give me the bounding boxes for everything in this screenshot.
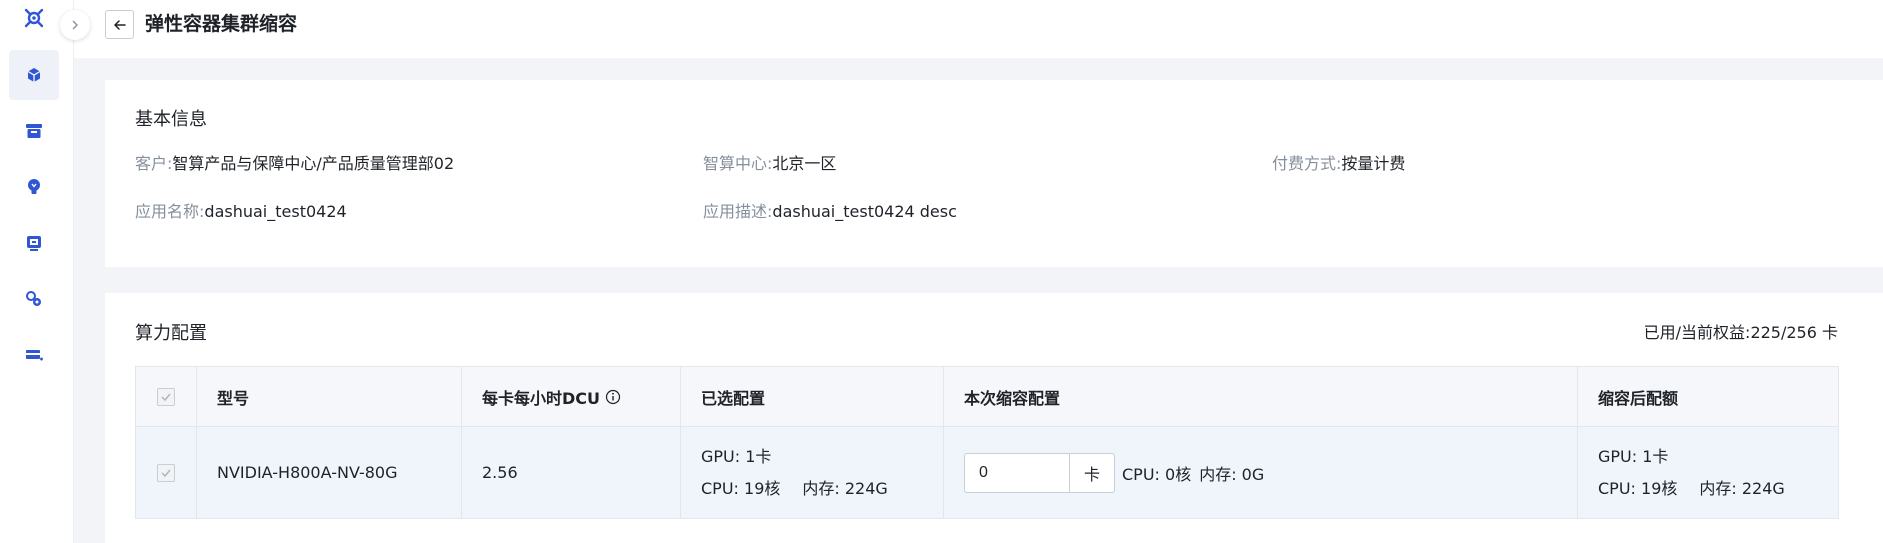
app-desc-field: 应用描述:dashuai_test0424 desc — [703, 201, 957, 223]
table-row: NVIDIA-H800A-NV-80G 2.56 GPU: 1卡 CPU: 19… — [136, 427, 1838, 518]
sidebar-toggle-button[interactable] — [60, 10, 90, 40]
header-scale: 本次缩容配置 — [944, 367, 1578, 426]
logo-icon[interactable] — [22, 6, 46, 30]
header-dcu: 每卡每小时DCU — [462, 367, 681, 426]
after-gpu: GPU: 1卡 — [1598, 446, 1669, 466]
header-dcu-label: 每卡每小时DCU — [482, 388, 601, 408]
selected-config-cell: GPU: 1卡 CPU: 19核 内存: 224G — [681, 427, 944, 518]
header-select-all-cell — [136, 367, 197, 426]
page-header: 弹性容器集群缩容 — [74, 0, 1883, 58]
billing-value: 按量计费 — [1341, 154, 1406, 173]
sidebar-item-cube[interactable] — [9, 50, 59, 100]
sidebar-item-cluster[interactable] — [9, 274, 59, 324]
header-after: 缩容后配额 — [1598, 388, 1679, 408]
center-value: 北京一区 — [772, 154, 837, 173]
cube-icon — [27, 68, 41, 82]
table-header: 型号 每卡每小时DCU 已选配置 本次缩容配置 缩容后配额 — [136, 367, 1838, 427]
check-icon — [161, 469, 171, 477]
selected-gpu: GPU: 1卡 — [701, 446, 772, 466]
scale-quantity-input-group: 卡 — [964, 452, 1115, 493]
billing-field: 付费方式:按量计费 — [1272, 153, 1405, 175]
app-name-field: 应用名称:dashuai_test0424 — [135, 201, 347, 223]
scale-quantity-input[interactable] — [965, 453, 1069, 492]
arrow-left-icon — [113, 19, 126, 30]
app-desc-value: dashuai_test0424 desc — [772, 202, 957, 221]
app-name-value: dashuai_test0424 — [204, 202, 347, 221]
quota-text: 已用/当前权益:225/256 卡 — [1643, 323, 1838, 342]
gear-cluster-icon — [26, 291, 41, 306]
sidebar-item-monitor[interactable] — [9, 218, 59, 268]
compute-table: 型号 每卡每小时DCU 已选配置 本次缩容配置 缩容后配额 NVIDIA-H80… — [135, 366, 1839, 519]
basic-info-title: 基本信息 — [135, 109, 207, 130]
row-checkbox[interactable] — [157, 463, 175, 482]
info-icon[interactable] — [605, 389, 621, 405]
sidebar-item-insight[interactable] — [9, 162, 59, 212]
select-all-checkbox[interactable] — [157, 387, 175, 406]
center-field: 智算中心:北京一区 — [703, 153, 836, 175]
compute-config-title: 算力配置 — [135, 323, 207, 344]
sidebar-item-archive[interactable] — [9, 106, 59, 156]
scale-unit: 卡 — [1069, 453, 1114, 492]
customer-value: 智算产品与保障中心/产品质量管理部02 — [172, 154, 455, 173]
app-name-label: 应用名称: — [135, 202, 205, 221]
sidebar-item-billing[interactable] — [9, 330, 59, 380]
check-icon — [161, 393, 171, 401]
billing-label: 付费方式: — [1272, 154, 1342, 173]
scale-mem: 内存: 0G — [1199, 464, 1265, 484]
compute-config-card: 算力配置 已用/当前权益:225/256 卡 型号 每卡每小时DCU 已选配置 … — [105, 293, 1883, 543]
header-model: 型号 — [197, 367, 462, 426]
header-selected: 已选配置 — [681, 367, 944, 426]
card-plus-icon — [26, 350, 43, 361]
dcu-cell: 2.56 — [462, 427, 681, 518]
customer-field: 客户:智算产品与保障中心/产品质量管理部02 — [135, 153, 454, 175]
after-cpu: CPU: 19核 — [1598, 478, 1678, 498]
archive-icon — [26, 124, 42, 138]
model-cell: NVIDIA-H800A-NV-80G — [197, 427, 462, 518]
scale-config-cell: 卡 CPU: 0核内存: 0G — [944, 427, 1578, 518]
after-quota-cell: GPU: 1卡 CPU: 19核 内存: 224G — [1578, 427, 1838, 518]
monitor-chip-icon — [27, 236, 41, 251]
basic-info-card: 基本信息 客户:智算产品与保障中心/产品质量管理部02 智算中心:北京一区 付费… — [105, 80, 1883, 267]
selected-mem: 内存: 224G — [802, 478, 888, 498]
app-desc-label: 应用描述: — [703, 202, 773, 221]
chevron-right-icon — [72, 20, 78, 30]
after-mem: 内存: 224G — [1699, 478, 1785, 498]
center-label: 智算中心: — [703, 154, 773, 173]
sidebar — [0, 0, 74, 543]
lightbulb-icon — [28, 179, 40, 194]
scale-cpu: CPU: 0核 — [1122, 464, 1192, 484]
row-select-cell — [136, 427, 197, 518]
back-button[interactable] — [105, 10, 134, 39]
page-title: 弹性容器集群缩容 — [145, 13, 298, 35]
selected-cpu: CPU: 19核 — [701, 478, 781, 498]
customer-label: 客户: — [135, 154, 173, 173]
